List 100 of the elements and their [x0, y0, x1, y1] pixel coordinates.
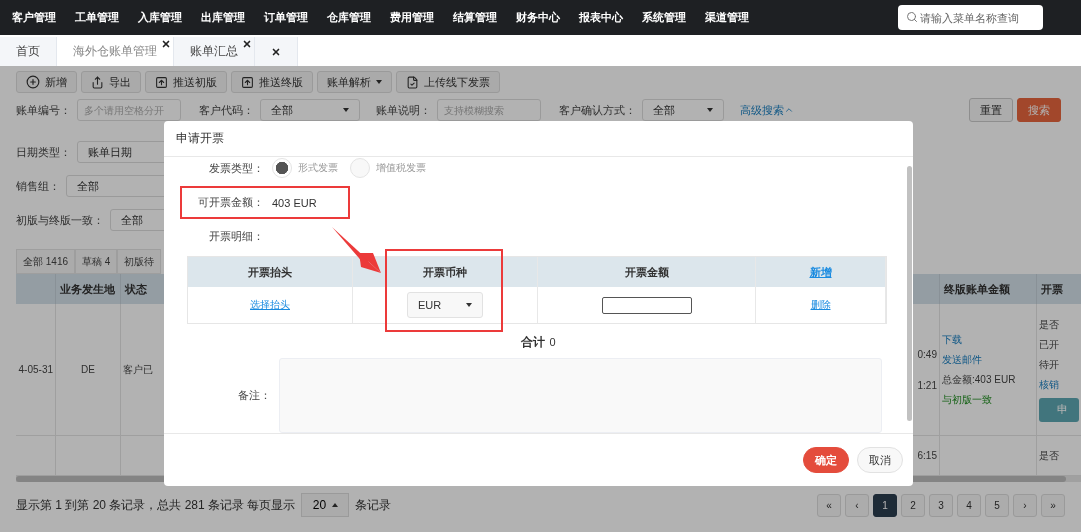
amount-input[interactable] — [601, 296, 692, 314]
page-button[interactable]: 2 — [901, 493, 925, 517]
nav-menu-item[interactable]: 订单管理 — [264, 10, 308, 25]
table-cell-text: 待开 — [1039, 357, 1060, 372]
nav-menu-item[interactable]: 财务中心 — [516, 10, 560, 25]
table-cell: 0:49 — [917, 348, 937, 360]
toolbar-button[interactable]: 推送终版 — [231, 71, 313, 93]
table-link[interactable]: 发送邮件 — [942, 352, 1034, 367]
total-value: 0 — [549, 336, 556, 348]
confirm-button[interactable]: 确定 — [803, 447, 849, 473]
share-icon — [91, 75, 104, 89]
file-check-icon — [406, 75, 419, 89]
field-label: 备注： — [237, 388, 272, 403]
chevron-up-icon — [784, 105, 794, 115]
radio-button[interactable] — [272, 158, 292, 178]
table-cell: 1:21 — [917, 379, 937, 391]
nav-menu-item[interactable]: 出库管理 — [201, 10, 245, 25]
caret-icon — [343, 108, 349, 112]
column-header: 开票金额 — [624, 264, 669, 280]
table-cell: 6:15 — [917, 450, 937, 461]
menu-search-field[interactable]: 请输入菜单名称查询 — [898, 5, 1043, 30]
table-cell-text: 客户已 — [123, 362, 154, 377]
table-cell: 4-05-31 — [18, 364, 53, 375]
field-value: 403 EUR — [272, 196, 317, 209]
caret-icon — [376, 80, 382, 84]
page-size-select[interactable]: 20 — [301, 493, 350, 517]
toolbar-button[interactable]: 导出 — [81, 71, 141, 93]
cancel-button[interactable]: 取消 — [857, 447, 903, 473]
upload-icon — [155, 75, 168, 89]
toolbar-button[interactable]: 推送初版 — [145, 71, 227, 93]
status-tab[interactable]: 草稿 4 — [75, 249, 118, 274]
close-icon[interactable] — [242, 39, 252, 49]
total-label: 合计 — [521, 334, 546, 351]
pagination-summary: 显示第 1 到第 20 条记录，总共 281 条记录 每页显示 — [16, 496, 296, 514]
page-button[interactable]: 4 — [957, 493, 981, 517]
upload-icon — [241, 75, 254, 89]
filter-label: 账单编号： — [16, 102, 71, 118]
nav-menu-item[interactable]: 工单管理 — [75, 10, 119, 25]
delete-link[interactable]: 删除 — [810, 298, 831, 312]
table-cell: DE — [81, 364, 95, 375]
column-header: 开票币种 — [423, 264, 467, 280]
nav-menu-item[interactable]: 渠道管理 — [705, 10, 749, 25]
close-icon — [271, 46, 281, 57]
caret-icon — [332, 503, 339, 507]
table-cell-text: 与初版一致 — [942, 392, 993, 407]
toolbar-button[interactable]: 上传线下发票 — [396, 71, 500, 93]
field-label: 发票类型： — [208, 160, 265, 176]
page-tab[interactable]: 首页 — [0, 37, 57, 66]
field-label: 可开票金额： — [197, 195, 265, 210]
column-header: 状态 — [125, 281, 147, 297]
column-header: 开票 — [1041, 281, 1063, 297]
page-button[interactable]: 3 — [929, 493, 953, 517]
caret-icon — [707, 108, 713, 112]
add-icon — [26, 75, 40, 89]
currency-select[interactable]: EUR — [407, 292, 483, 318]
page-button[interactable]: « — [817, 493, 841, 517]
table-cell-text: 是否 — [1039, 317, 1060, 332]
nav-menu-item[interactable]: 报表中心 — [579, 10, 623, 25]
toolbar-button[interactable]: 新增 — [16, 71, 77, 93]
page-button[interactable]: 5 — [985, 493, 1009, 517]
status-tab[interactable]: 初版待 — [117, 249, 162, 274]
select-title-link[interactable]: 选择抬头 — [250, 298, 290, 312]
table-cell-text: 总金额:403 EUR — [942, 372, 1017, 387]
toolbar-button[interactable]: 账单解析 — [317, 71, 392, 93]
page-button[interactable]: 1 — [873, 493, 897, 517]
table-link[interactable]: 核销 — [1039, 377, 1081, 392]
nav-menu-item[interactable]: 结算管理 — [453, 10, 497, 25]
filter-label: 客户确认方式： — [559, 102, 636, 118]
nav-menu-item[interactable]: 仓库管理 — [327, 10, 371, 25]
filter-label: 销售组： — [16, 178, 60, 194]
search-icon — [906, 11, 918, 23]
nav-menu-item[interactable]: 入库管理 — [138, 10, 182, 25]
column-header: 终版账单金额 — [944, 281, 1010, 297]
radio-label: 增值税发票 — [376, 161, 426, 175]
annotation-arrow — [332, 227, 381, 273]
page-button[interactable]: › — [1013, 493, 1037, 517]
page-tab[interactable]: 账单汇总 — [174, 37, 255, 66]
column-header: 开票抬头 — [248, 264, 292, 280]
page-button[interactable]: » — [1041, 493, 1065, 517]
page-button[interactable]: ‹ — [845, 493, 869, 517]
table-cell-text: 是否 — [1039, 448, 1060, 463]
caret-icon — [466, 303, 472, 307]
close-all-tab[interactable] — [255, 37, 298, 66]
filter-button[interactable]: 重置 — [969, 98, 1013, 122]
radio-button[interactable] — [350, 158, 370, 178]
advanced-search-link[interactable]: 高级搜索 — [740, 102, 794, 118]
pagination-unit: 条记录 — [355, 496, 392, 514]
radio-label: 形式发票 — [298, 161, 338, 175]
close-icon[interactable] — [161, 39, 171, 49]
nav-menu-item[interactable]: 费用管理 — [390, 10, 434, 25]
filter-label: 初版与终版一致： — [16, 212, 104, 228]
table-link[interactable]: 下载 — [942, 332, 1034, 347]
field-label: 开票明细： — [208, 228, 265, 244]
scrollbar[interactable] — [907, 166, 912, 421]
nav-menu-item[interactable]: 客户管理 — [12, 10, 56, 25]
nav-menu-item[interactable]: 系统管理 — [642, 10, 686, 25]
filter-label: 客户代码： — [199, 102, 254, 118]
status-tab[interactable]: 全部 1416 — [16, 249, 76, 274]
filter-label: 账单说明： — [376, 102, 431, 118]
table-cell-text: 已开 — [1039, 337, 1060, 352]
